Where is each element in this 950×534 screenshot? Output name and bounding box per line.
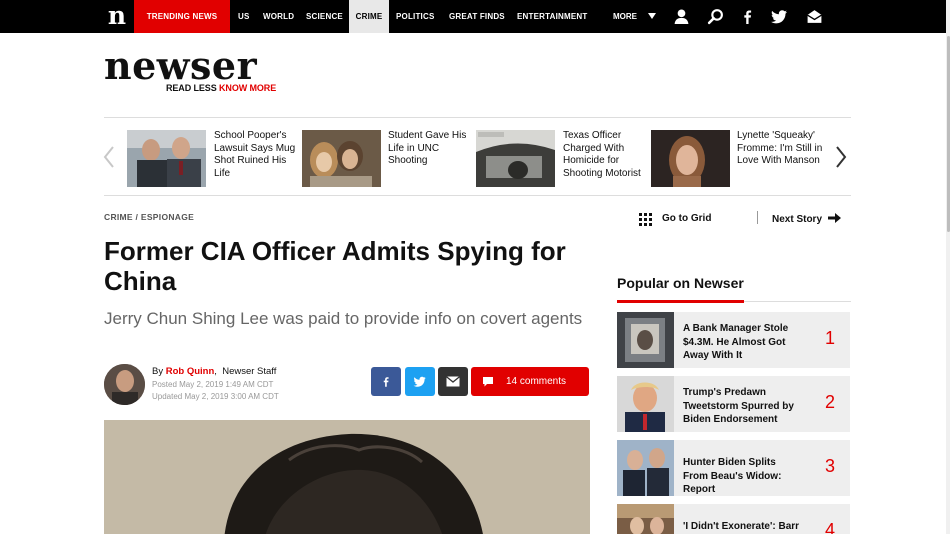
comments-count: 14 comments xyxy=(506,376,567,387)
go-to-grid-label: Go to Grid xyxy=(662,213,712,224)
article-subheadline: Jerry Chun Shing Lee was paid to provide… xyxy=(104,309,583,328)
carousel-item-title[interactable]: School Pooper's Lawsuit Says Mug Shot Ru… xyxy=(214,130,304,180)
search-icon[interactable] xyxy=(707,8,724,25)
article-dates: Posted May 2, 2019 1:49 AM CDT Updated M… xyxy=(152,379,279,403)
chevron-down-icon[interactable] xyxy=(648,13,656,19)
popular-item-rank: 2 xyxy=(825,392,836,412)
grid-icon xyxy=(639,213,652,226)
popular-item-title[interactable]: Trump's Predawn Tweetstorm Spurred by Bi… xyxy=(683,386,803,427)
popular-item-thumbnail[interactable] xyxy=(617,504,674,534)
twitter-icon xyxy=(413,376,426,387)
popular-item-rank: 4 xyxy=(825,520,836,534)
popular-item[interactable]: Hunter Biden Splits From Beau's Widow: R… xyxy=(617,440,850,496)
popular-item-thumbnail[interactable] xyxy=(617,376,674,432)
nav-link-science[interactable]: SCIENCE xyxy=(306,0,343,33)
author-avatar[interactable] xyxy=(104,364,145,405)
nav-link-crime[interactable]: CRIME xyxy=(349,0,389,33)
posted-date: Posted May 2, 2019 1:49 AM CDT xyxy=(152,380,274,389)
page: n TRENDING NEWS US WORLD SCIENCE CRIME P… xyxy=(0,0,950,534)
email-icon[interactable] xyxy=(806,8,823,25)
popular-item-thumbnail[interactable] xyxy=(617,312,674,368)
carousel-item-title[interactable]: Texas Officer Charged With Homicide for … xyxy=(563,130,653,180)
facebook-icon[interactable] xyxy=(739,8,756,25)
nav-link-world[interactable]: WORLD xyxy=(263,0,294,33)
popular-item-title[interactable]: Hunter Biden Splits From Beau's Widow: R… xyxy=(683,456,803,497)
user-icon[interactable] xyxy=(673,8,690,25)
nav-link-entertainment[interactable]: ENTERTAINMENT xyxy=(517,0,587,33)
top-nav: n TRENDING NEWS US WORLD SCIENCE CRIME P… xyxy=(0,0,946,33)
popular-item[interactable]: Trump's Predawn Tweetstorm Spurred by Bi… xyxy=(617,376,850,432)
newser-logo-mark[interactable]: n xyxy=(100,0,134,33)
popular-item-title[interactable]: A Bank Manager Stole $4.3M. He Almost Go… xyxy=(683,322,803,363)
carousel-item-title[interactable]: Lynette 'Squeaky' Fromme: I'm Still in L… xyxy=(737,130,827,168)
carousel-thumbnail[interactable] xyxy=(476,130,555,187)
author-role: Newser Staff xyxy=(222,366,277,377)
arrow-right-icon xyxy=(827,213,841,223)
share-twitter-button[interactable] xyxy=(405,367,435,396)
carousel-thumbnail[interactable] xyxy=(651,130,730,187)
share-facebook-button[interactable] xyxy=(371,367,401,396)
chevron-right-icon[interactable] xyxy=(834,145,848,169)
carousel-thumbnail[interactable] xyxy=(302,130,381,187)
twitter-icon[interactable] xyxy=(771,8,788,25)
popular-item[interactable]: 'I Didn't Exonerate': Barr 4 xyxy=(617,504,850,534)
byline: By Rob Quinn, Newser Staff xyxy=(152,366,277,377)
popular-heading: Popular on Newser xyxy=(617,275,744,291)
tagline-read-less: READ LESS xyxy=(166,83,217,93)
tagline: READ LESS KNOW MORE xyxy=(166,83,276,93)
divider xyxy=(757,211,758,224)
tagline-know-more: KNOW MORE xyxy=(219,83,277,93)
next-story-label: Next Story xyxy=(772,214,823,225)
trending-news-button[interactable]: TRENDING NEWS xyxy=(134,0,230,33)
popular-item-thumbnail[interactable] xyxy=(617,440,674,496)
nav-link-us[interactable]: US xyxy=(238,0,250,33)
nav-link-politics[interactable]: POLITICS xyxy=(396,0,435,33)
carousel-thumbnail[interactable] xyxy=(127,130,206,187)
popular-item[interactable]: A Bank Manager Stole $4.3M. He Almost Go… xyxy=(617,312,850,368)
popular-item-rank: 1 xyxy=(825,328,836,348)
carousel-item-title[interactable]: Student Gave His Life in UNC Shooting xyxy=(388,130,478,168)
heading-underline xyxy=(617,300,744,303)
article-hero-image[interactable] xyxy=(104,420,590,534)
comments-button[interactable]: 14 comments xyxy=(471,367,589,396)
next-story-button[interactable]: Next Story xyxy=(772,213,841,225)
newser-wordmark[interactable]: newser xyxy=(104,46,257,86)
updated-date: Updated May 2, 2019 3:00 AM CDT xyxy=(152,392,279,401)
share-email-button[interactable] xyxy=(438,367,468,396)
popular-item-title[interactable]: 'I Didn't Exonerate': Barr xyxy=(683,520,803,534)
popular-item-rank: 3 xyxy=(825,456,836,476)
article-headline: Former CIA Officer Admits Spying for Chi… xyxy=(104,236,566,296)
breadcrumb[interactable]: CRIME / ESPIONAGE xyxy=(104,212,194,222)
byline-by: By xyxy=(152,366,164,377)
email-icon xyxy=(446,376,460,387)
chevron-left-icon[interactable] xyxy=(102,145,116,169)
more-menu[interactable]: MORE xyxy=(613,0,637,33)
comment-icon xyxy=(483,377,493,387)
facebook-icon xyxy=(383,377,389,387)
nav-link-great-finds[interactable]: GREAT FINDS xyxy=(449,0,505,33)
author-link[interactable]: Rob Quinn xyxy=(166,366,215,377)
